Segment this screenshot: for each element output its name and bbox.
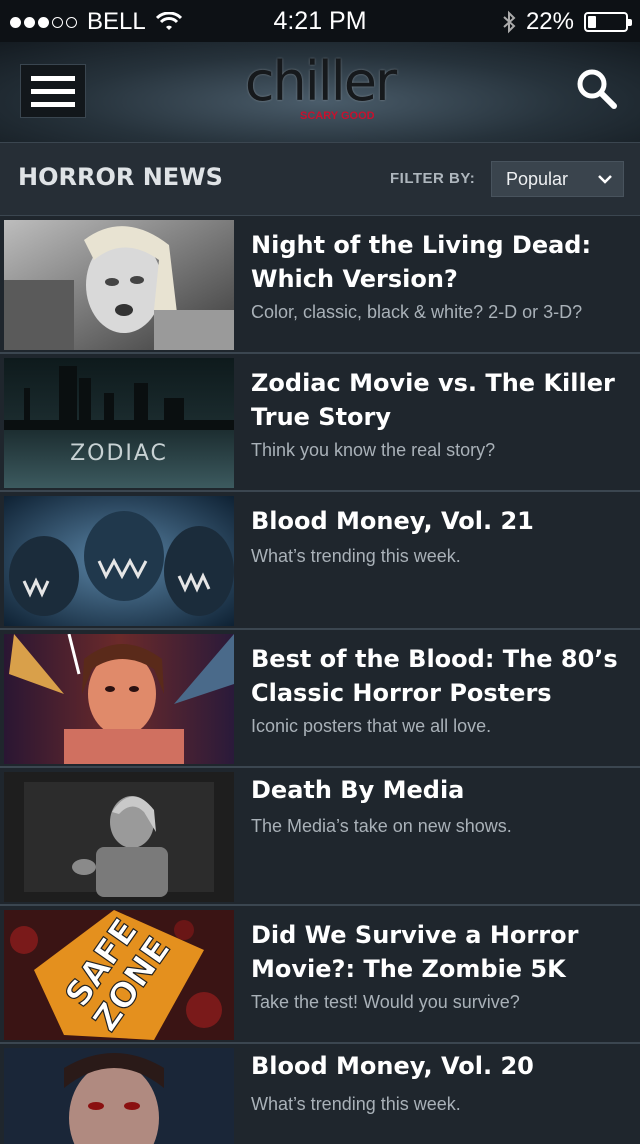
article-description: Iconic posters that we all love. bbox=[251, 716, 492, 736]
battery-percent: 22% bbox=[525, 8, 574, 35]
article-item[interactable]: Death By Media The Media’s take on new s… bbox=[0, 768, 640, 906]
article-thumbnail bbox=[4, 772, 234, 902]
article-title-line: Movie?: The Zombie 5K bbox=[251, 955, 566, 983]
article-item[interactable]: Blood Money, Vol. 20 What’s trending thi… bbox=[0, 1044, 640, 1144]
article-title-line: Zodiac Movie vs. The Killer bbox=[251, 369, 615, 397]
app-header: chiller SCARY GOOD bbox=[0, 42, 640, 142]
battery-icon bbox=[584, 12, 632, 32]
article-thumbnail bbox=[4, 1048, 234, 1144]
article-item[interactable]: Blood Money, Vol. 21 What’s trending thi… bbox=[0, 492, 640, 630]
search-icon[interactable] bbox=[574, 66, 620, 112]
article-item[interactable]: ZODIAC Zodiac Movie vs. The Killer True … bbox=[0, 354, 640, 492]
article-description: The Media’s take on new shows. bbox=[251, 816, 512, 836]
filter-dropdown[interactable]: Popular bbox=[491, 161, 624, 197]
article-description: Think you know the real story? bbox=[251, 440, 496, 460]
article-thumbnail bbox=[4, 220, 234, 350]
article-item[interactable]: Night of the Living Dead: Which Version?… bbox=[0, 216, 640, 354]
status-bar: BELL 4:21 PM 22% bbox=[0, 0, 640, 42]
article-title-line: True Story bbox=[251, 403, 392, 431]
article-description: Color, classic, black & white? 2-D or 3-… bbox=[251, 302, 583, 322]
chiller-logo: chiller SCARY GOOD bbox=[0, 50, 640, 123]
thumbnail-text: ZODIAC bbox=[70, 441, 168, 466]
article-title-line: Did We Survive a Horror bbox=[251, 921, 579, 949]
article-thumbnail: ZODIAC bbox=[4, 358, 234, 488]
filter-label: FILTER BY: bbox=[390, 170, 476, 187]
logo-tagline: SCARY GOOD bbox=[300, 110, 375, 122]
article-description: What’s trending this week. bbox=[251, 546, 461, 566]
article-title-line: Death By Media bbox=[251, 776, 465, 804]
section-title: HORROR NEWS bbox=[18, 163, 223, 191]
article-description: Take the test! Would you survive? bbox=[251, 992, 520, 1012]
article-thumbnail bbox=[4, 496, 234, 626]
bluetooth-icon bbox=[503, 10, 516, 34]
article-thumbnail: SAFE ZONE bbox=[4, 910, 234, 1040]
article-title-line: Classic Horror Posters bbox=[251, 679, 552, 707]
article-title-line: Night of the Living Dead: bbox=[251, 231, 592, 259]
article-item[interactable]: Best of the Blood: The 80’s Classic Horr… bbox=[0, 630, 640, 768]
article-item[interactable]: SAFE ZONE Did We Survive a Horror Movie?… bbox=[0, 906, 640, 1044]
article-title-line: Best of the Blood: The 80’s bbox=[251, 645, 618, 673]
filter-bar: HORROR NEWS FILTER BY: Popular bbox=[0, 142, 640, 216]
article-thumbnail bbox=[4, 634, 234, 764]
article-list: Night of the Living Dead: Which Version?… bbox=[0, 216, 640, 1144]
logo-wordmark: chiller bbox=[244, 50, 397, 113]
article-title-line: Blood Money, Vol. 21 bbox=[251, 507, 534, 535]
chevron-down-icon bbox=[598, 175, 612, 184]
article-title-line: Which Version? bbox=[251, 265, 458, 293]
article-description: What’s trending this week. bbox=[251, 1094, 461, 1114]
filter-selected-value: Popular bbox=[506, 168, 569, 189]
article-title-line: Blood Money, Vol. 20 bbox=[251, 1052, 534, 1080]
